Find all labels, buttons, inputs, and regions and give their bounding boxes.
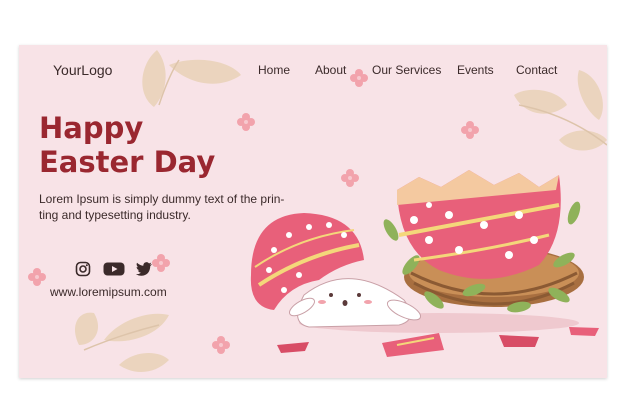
nav-about[interactable]: About — [315, 63, 346, 77]
description-line-2: ting and typesetting industry. — [39, 208, 191, 222]
youtube-icon[interactable] — [103, 261, 125, 282]
hero-description: Lorem Ipsum is simply dummy text of the … — [39, 191, 324, 223]
nav-contact[interactable]: Contact — [516, 63, 557, 77]
nav-our-services[interactable]: Our Services — [372, 63, 441, 77]
instagram-icon[interactable] — [75, 261, 91, 282]
page-title: Happy Easter Day — [39, 111, 215, 179]
nav-events[interactable]: Events — [457, 63, 494, 77]
twitter-icon[interactable] — [135, 261, 153, 282]
website-link[interactable]: www.loremipsum.com — [50, 285, 167, 299]
title-line-2: Easter Day — [39, 145, 216, 179]
title-line-1: Happy — [39, 111, 144, 145]
nav-home[interactable]: Home — [258, 63, 290, 77]
landing-page-card: YourLogo Home About Our Services Events … — [19, 45, 607, 378]
description-line-1: Lorem Ipsum is simply dummy text of the … — [39, 192, 285, 206]
logo[interactable]: YourLogo — [53, 62, 112, 78]
